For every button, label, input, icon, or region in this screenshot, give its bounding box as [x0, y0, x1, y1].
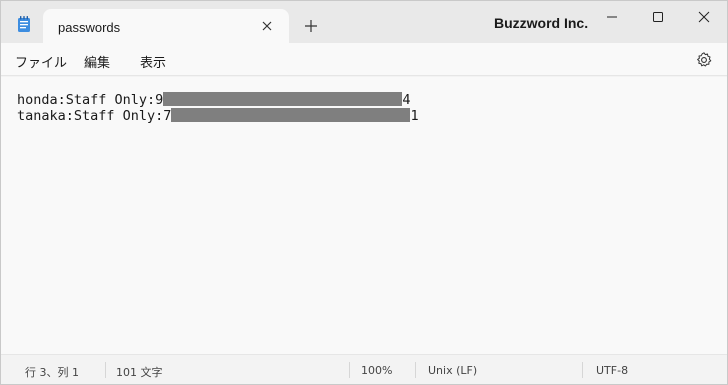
tab-passwords[interactable]: passwords	[43, 9, 289, 44]
notepad-window: passwords Buzzword Inc. ファイル 編集 表示 honda…	[0, 0, 728, 385]
status-divider	[349, 362, 350, 378]
editor-line: tanaka:Staff Only:7 1	[17, 108, 419, 124]
status-divider	[415, 362, 416, 378]
tab-title: passwords	[58, 20, 121, 35]
title-bar: passwords Buzzword Inc.	[1, 1, 727, 44]
plus-icon[interactable]	[301, 16, 321, 36]
line-text: honda:Staff Only:9	[17, 92, 164, 108]
brand-label: Buzzword Inc.	[494, 15, 589, 31]
status-divider	[105, 362, 106, 378]
minimize-icon[interactable]	[598, 6, 626, 28]
zoom-level[interactable]: 100%	[361, 364, 392, 377]
redaction-bar	[171, 108, 411, 122]
line-ending[interactable]: Unix (LF)	[428, 364, 477, 377]
status-bar: 行 3、列 1 101 文字 100% Unix (LF) UTF-8	[1, 354, 727, 384]
close-icon[interactable]	[257, 16, 277, 36]
line-text: 1	[410, 108, 419, 124]
text-editor[interactable]: honda:Staff Only:9 4 tanaka:Staff Only:7 1	[1, 77, 727, 354]
close-icon[interactable]	[690, 6, 718, 28]
menu-edit[interactable]: 編集	[84, 52, 110, 71]
menu-view[interactable]: 表示	[140, 52, 166, 71]
cursor-position[interactable]: 行 3、列 1	[25, 364, 79, 380]
maximize-icon[interactable]	[644, 6, 672, 28]
encoding[interactable]: UTF-8	[596, 364, 628, 377]
character-count: 101 文字	[116, 366, 163, 379]
notepad-icon	[18, 16, 30, 32]
redaction-bar	[163, 92, 403, 106]
status-divider	[582, 362, 583, 378]
menu-bar: ファイル 編集 表示	[1, 43, 727, 76]
menu-file[interactable]: ファイル	[15, 52, 67, 71]
line-text: 4	[402, 92, 411, 108]
editor-line: honda:Staff Only:9 4	[17, 92, 410, 108]
line-text: tanaka:Staff Only:7	[17, 108, 172, 124]
gear-icon[interactable]	[695, 51, 713, 69]
